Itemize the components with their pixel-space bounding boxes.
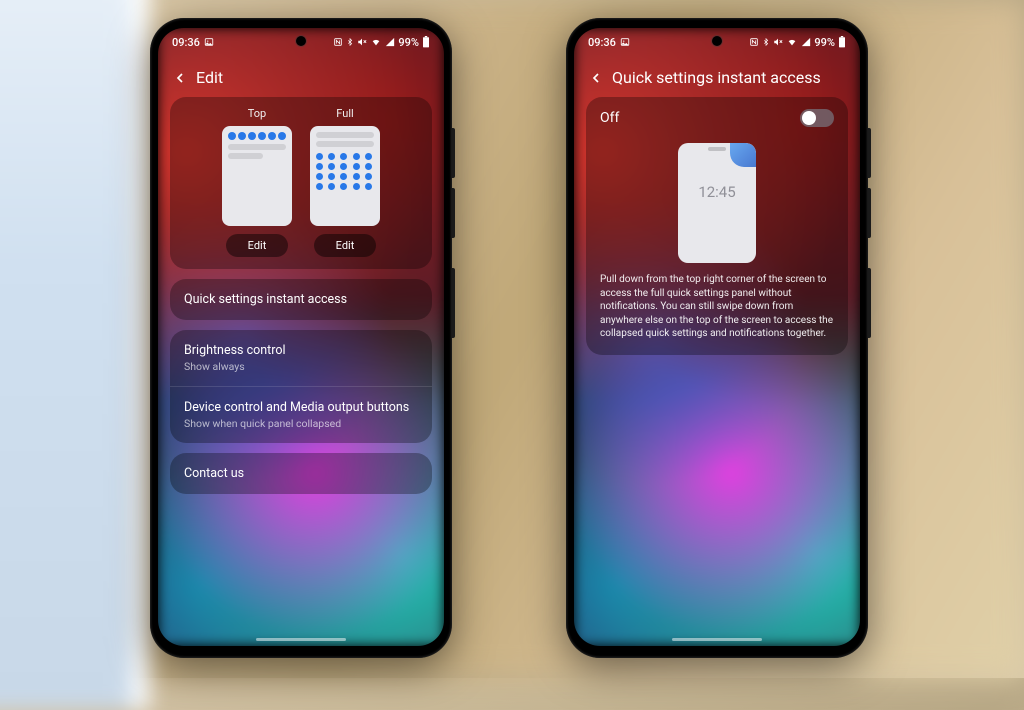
- front-camera: [712, 36, 722, 46]
- settings-group-2: Brightness control Show always Device co…: [170, 330, 432, 443]
- settings-group-3: Contact us: [170, 453, 432, 494]
- image-icon: [620, 37, 630, 47]
- layout-preview-full: [310, 126, 380, 226]
- layout-option-top[interactable]: Top Edit: [222, 107, 292, 257]
- item-device-media[interactable]: Device control and Media output buttons …: [170, 386, 432, 443]
- battery-percent: 99%: [398, 36, 419, 49]
- back-icon[interactable]: [172, 70, 188, 86]
- volume-down-button: [452, 188, 455, 238]
- home-indicator[interactable]: [672, 638, 762, 641]
- mute-icon: [773, 37, 783, 47]
- signal-icon: [801, 37, 811, 47]
- bluetooth-icon: [346, 37, 354, 47]
- layout-label-top: Top: [248, 107, 266, 120]
- battery-icon: [838, 36, 846, 48]
- description-text: Pull down from the top right corner of t…: [586, 273, 848, 355]
- wifi-icon: [786, 37, 798, 47]
- wifi-icon: [370, 37, 382, 47]
- status-time: 09:36: [172, 36, 200, 49]
- layout-label-full: Full: [336, 107, 353, 120]
- power-button: [452, 268, 455, 338]
- layout-option-full[interactable]: Full Edit: [310, 107, 380, 257]
- instant-access-card: Off 12:45 Pull down from the top right c…: [586, 97, 848, 355]
- preview-clock: 12:45: [678, 183, 756, 201]
- swipe-corner-indicator: [730, 143, 756, 167]
- back-icon[interactable]: [588, 70, 604, 86]
- settings-group-1: Quick settings instant access: [170, 279, 432, 320]
- power-button: [868, 268, 871, 338]
- page-title: Edit: [196, 68, 223, 87]
- toggle-state-label: Off: [600, 110, 619, 126]
- mute-icon: [357, 37, 367, 47]
- front-camera: [296, 36, 306, 46]
- item-contact-us[interactable]: Contact us: [170, 453, 432, 494]
- image-icon: [204, 37, 214, 47]
- instant-access-toggle[interactable]: [800, 109, 834, 127]
- edit-full-button[interactable]: Edit: [314, 234, 377, 257]
- battery-percent: 99%: [814, 36, 835, 49]
- phone-mockup-left: 09:36 99% Edit Top: [150, 18, 452, 658]
- battery-icon: [422, 36, 430, 48]
- status-time: 09:36: [588, 36, 616, 49]
- volume-down-button: [868, 188, 871, 238]
- volume-up-button: [452, 128, 455, 178]
- layout-preview-top: [222, 126, 292, 226]
- volume-up-button: [868, 128, 871, 178]
- item-brightness[interactable]: Brightness control Show always: [170, 330, 432, 386]
- home-indicator[interactable]: [256, 638, 346, 641]
- phone-mockup-right: 09:36 99% Quick settings instant access: [566, 18, 868, 658]
- edit-top-button[interactable]: Edit: [226, 234, 289, 257]
- gesture-preview: 12:45: [678, 143, 756, 263]
- bluetooth-icon: [762, 37, 770, 47]
- nfc-icon: [749, 37, 759, 47]
- signal-icon: [385, 37, 395, 47]
- page-title: Quick settings instant access: [612, 68, 821, 87]
- nfc-icon: [333, 37, 343, 47]
- item-instant-access[interactable]: Quick settings instant access: [170, 279, 432, 320]
- layout-selector-card: Top Edit Full: [170, 97, 432, 269]
